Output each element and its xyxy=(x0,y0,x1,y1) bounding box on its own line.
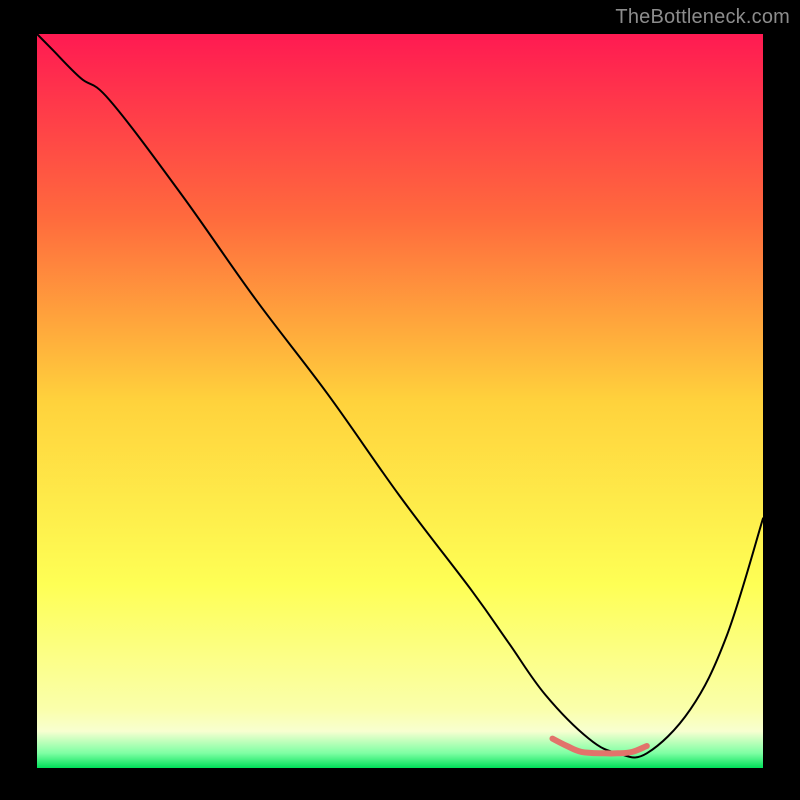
plot-background xyxy=(37,34,763,768)
bottleneck-chart xyxy=(0,0,800,800)
chart-frame: TheBottleneck.com xyxy=(0,0,800,800)
attribution-label: TheBottleneck.com xyxy=(615,6,790,29)
